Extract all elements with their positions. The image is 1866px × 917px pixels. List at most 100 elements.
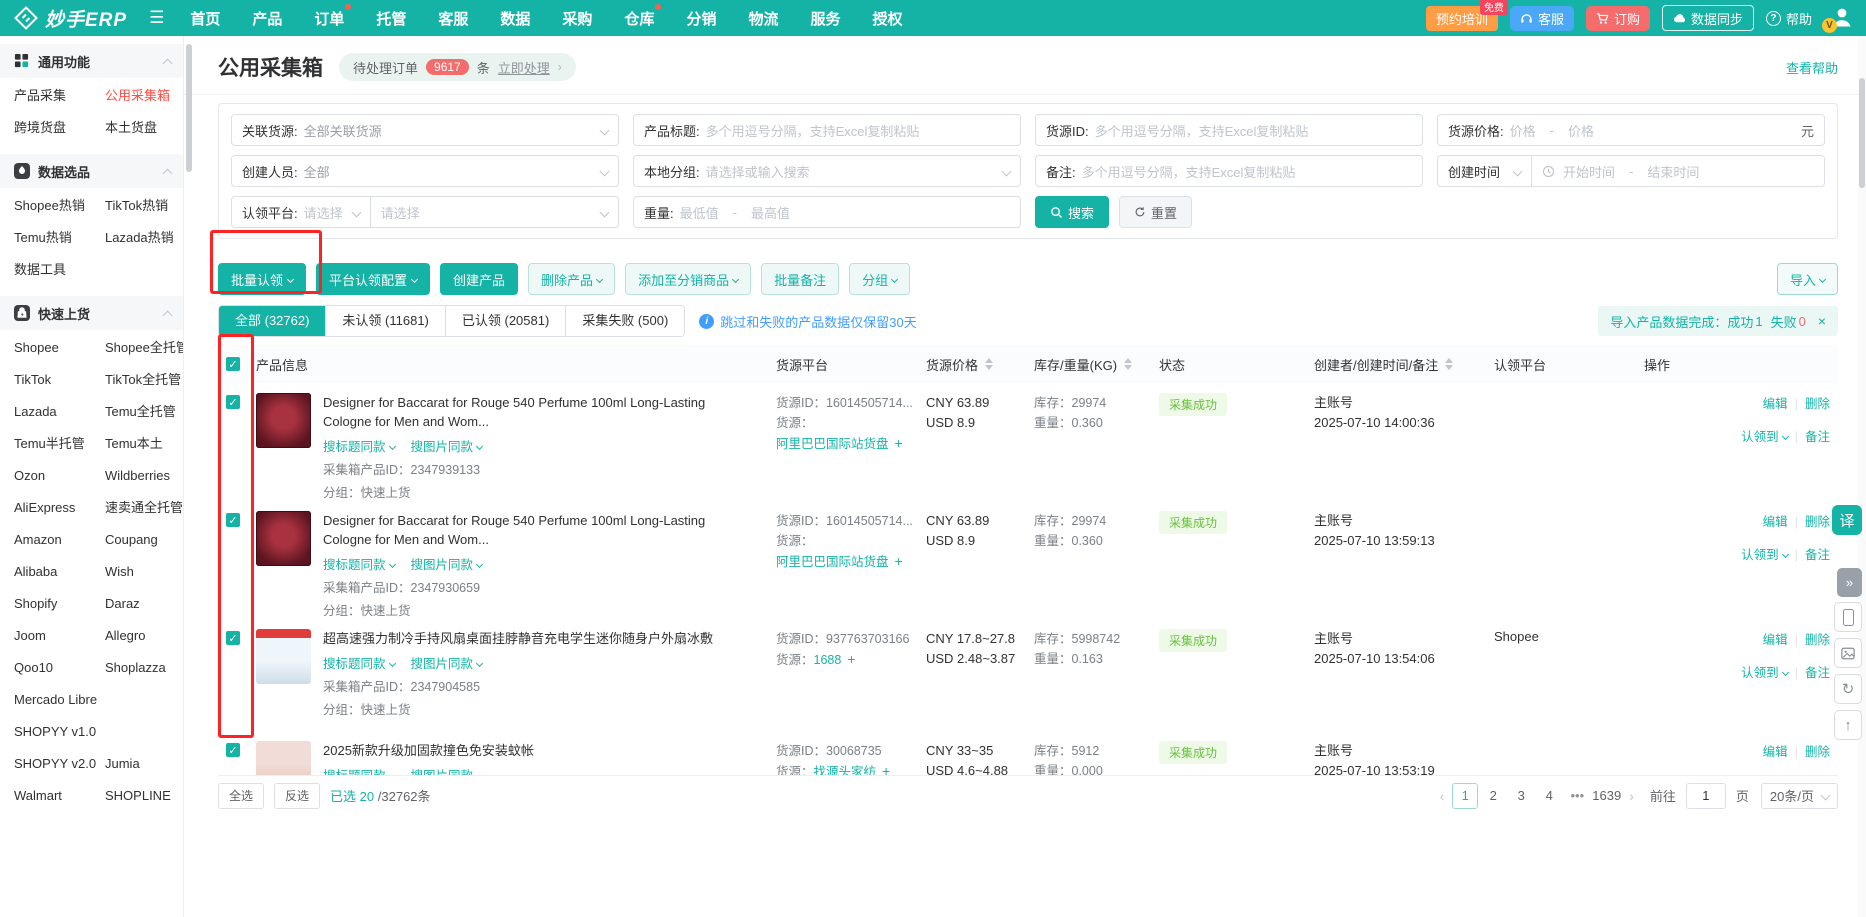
sidebar-section-通用功能[interactable]: 通用功能 bbox=[0, 44, 183, 78]
page-scrollbar-thumb[interactable] bbox=[1859, 78, 1865, 188]
sidebar-item-Amazon[interactable]: Amazon bbox=[14, 524, 105, 556]
delete-link[interactable]: 删除 bbox=[1805, 397, 1830, 411]
delete-link[interactable]: 删除 bbox=[1805, 745, 1830, 759]
prev-page-button[interactable]: ‹ bbox=[1436, 788, 1449, 804]
refresh-button[interactable]: ↻ bbox=[1834, 674, 1862, 704]
sidebar-item-Mercado Libre[interactable]: Mercado Libre bbox=[14, 684, 105, 716]
search-same-image-link[interactable]: 搜图片同款 bbox=[411, 653, 483, 672]
tab-未认领 (11681)[interactable]: 未认领 (11681) bbox=[326, 306, 445, 336]
sidebar-scrollbar[interactable] bbox=[186, 44, 192, 172]
remark-link[interactable]: 备注 bbox=[1805, 666, 1830, 680]
nav-item-产品[interactable]: 产品 bbox=[252, 8, 282, 29]
claim-to-link[interactable]: 认领到 bbox=[1741, 430, 1788, 444]
source-link[interactable]: 1688 bbox=[814, 653, 842, 667]
nav-item-物流[interactable]: 物流 bbox=[748, 8, 778, 29]
tab-采集失败 (500)[interactable]: 采集失败 (500) bbox=[566, 306, 684, 336]
sidebar-section-数据选品[interactable]: 数据选品 bbox=[0, 154, 183, 188]
sidebar-item-Wildberries[interactable]: Wildberries bbox=[105, 460, 183, 492]
invert-selection-button[interactable]: 反选 bbox=[274, 783, 320, 809]
search-same-title-link[interactable]: 搜标题同款 bbox=[323, 653, 395, 672]
edit-link[interactable]: 编辑 bbox=[1763, 397, 1788, 411]
search-same-image-link[interactable]: 搜图片同款 bbox=[411, 436, 483, 455]
source-link[interactable]: 阿里巴巴国际站货盘 bbox=[776, 555, 889, 569]
image-tool-button[interactable] bbox=[1834, 638, 1862, 668]
filter-related-source[interactable]: 关联货源: 全部关联货源 bbox=[231, 114, 619, 146]
user-avatar[interactable]: V bbox=[1824, 5, 1854, 31]
toolbar-button-添加至分销商品[interactable]: 添加至分销商品 bbox=[625, 263, 751, 295]
sidebar-item-Temu热销[interactable]: Temu热销 bbox=[14, 222, 105, 254]
edit-link[interactable]: 编辑 bbox=[1763, 633, 1788, 647]
search-button[interactable]: 搜索 bbox=[1035, 196, 1109, 228]
row-checkbox[interactable]: ✓ bbox=[226, 631, 240, 645]
next-page-button[interactable]: › bbox=[1625, 788, 1638, 804]
search-same-image-link[interactable]: 搜图片同款 bbox=[411, 765, 483, 775]
page-button-4[interactable]: 4 bbox=[1536, 783, 1562, 809]
add-source-icon[interactable]: + bbox=[895, 553, 903, 569]
sidebar-item-Shopee全托管[interactable]: Shopee全托管 bbox=[105, 332, 183, 364]
sidebar-item-Daraz[interactable]: Daraz bbox=[105, 588, 183, 620]
sidebar-item-产品采集[interactable]: 产品采集 bbox=[14, 80, 105, 112]
add-source-icon[interactable]: + bbox=[847, 651, 855, 667]
sidebar-item-Shopee热销[interactable]: Shopee热销 bbox=[14, 190, 105, 222]
search-same-image-link[interactable]: 搜图片同款 bbox=[411, 554, 483, 573]
app-logo[interactable]: 妙手ERP bbox=[14, 5, 127, 32]
sort-icon[interactable] bbox=[1445, 358, 1453, 370]
claim-to-link[interactable]: 认领到 bbox=[1741, 666, 1788, 680]
sidebar-item-Lazada热销[interactable]: Lazada热销 bbox=[105, 222, 183, 254]
import-button[interactable]: 导入 bbox=[1777, 263, 1838, 295]
sidebar-item-速卖通全托管[interactable]: 速卖通全托管 bbox=[105, 492, 183, 524]
sidebar-item-SHOPYY v1.0[interactable]: SHOPYY v1.0 bbox=[14, 716, 105, 748]
sidebar-item-SHOPYY v2.0[interactable]: SHOPYY v2.0 bbox=[14, 748, 105, 780]
add-source-icon[interactable]: + bbox=[882, 763, 890, 775]
nav-item-托管[interactable]: 托管 bbox=[376, 8, 406, 29]
nav-item-服务[interactable]: 服务 bbox=[810, 8, 840, 29]
help-button[interactable]: ? 帮助 bbox=[1766, 9, 1812, 28]
tab-全部 (32762)[interactable]: 全部 (32762) bbox=[219, 306, 326, 336]
filter-weight[interactable]: 重量: 最低值 - 最高值 bbox=[633, 196, 1021, 228]
sidebar-item-Temu本土[interactable]: Temu本土 bbox=[105, 428, 183, 460]
translate-button[interactable]: 译 bbox=[1832, 505, 1862, 535]
toolbar-button-平台认领配置[interactable]: 平台认领配置 bbox=[316, 263, 430, 295]
page-button-1639[interactable]: 1639 bbox=[1592, 783, 1621, 809]
sidebar-item-TikTok热销[interactable]: TikTok热销 bbox=[105, 190, 183, 222]
filter-source-id[interactable]: 货源ID: 多个用逗号分隔，支持Excel复制粘贴 bbox=[1035, 114, 1423, 146]
sidebar-item-Shopee[interactable]: Shopee bbox=[14, 332, 105, 364]
delete-link[interactable]: 删除 bbox=[1805, 515, 1830, 529]
sort-icon[interactable] bbox=[985, 358, 993, 370]
page-button-2[interactable]: 2 bbox=[1480, 783, 1506, 809]
time-type-select[interactable]: 创建时间 bbox=[1438, 156, 1531, 186]
sidebar-item-Lazada[interactable]: Lazada bbox=[14, 396, 105, 428]
view-help-link[interactable]: 查看帮助 bbox=[1786, 58, 1838, 77]
nav-item-订单[interactable]: 订单 bbox=[314, 8, 344, 29]
source-link[interactable]: 找源头家纺 bbox=[814, 765, 877, 775]
row-checkbox[interactable]: ✓ bbox=[226, 395, 240, 409]
nav-item-授权[interactable]: 授权 bbox=[873, 8, 903, 29]
sidebar-item-AliExpress[interactable]: AliExpress bbox=[14, 492, 105, 524]
claim-platform-sub-select[interactable]: 请选择 bbox=[371, 197, 618, 227]
filter-product-title[interactable]: 产品标题: 多个用逗号分隔，支持Excel复制粘贴 bbox=[633, 114, 1021, 146]
sidebar-item-SHOPLINE[interactable]: SHOPLINE bbox=[105, 780, 183, 812]
sidebar-item-Coupang[interactable]: Coupang bbox=[105, 524, 183, 556]
sidebar-item-TikTok[interactable]: TikTok bbox=[14, 364, 105, 396]
sidebar-item-Wish[interactable]: Wish bbox=[105, 556, 183, 588]
page-scrollbar[interactable] bbox=[1858, 36, 1866, 917]
select-all-checkbox[interactable]: ✓ bbox=[226, 357, 240, 371]
filter-local-group[interactable]: 本地分组: 请选择或输入搜索 bbox=[633, 155, 1021, 187]
sort-icon[interactable] bbox=[1124, 358, 1132, 370]
close-icon[interactable]: × bbox=[1818, 313, 1826, 329]
menu-toggle-icon[interactable]: ☰ bbox=[149, 8, 164, 28]
support-button[interactable]: 客服 bbox=[1510, 6, 1574, 31]
sidebar-item-Ozon[interactable]: Ozon bbox=[14, 460, 105, 492]
sidebar-item-公用采集箱[interactable]: 公用采集箱 bbox=[105, 80, 183, 112]
toolbar-button-分组[interactable]: 分组 bbox=[849, 263, 910, 295]
nav-item-仓库[interactable]: 仓库 bbox=[624, 8, 654, 29]
sidebar-item-Qoo10[interactable]: Qoo10 bbox=[14, 652, 105, 684]
remark-link[interactable]: 备注 bbox=[1805, 430, 1830, 444]
toolbar-button-删除产品[interactable]: 删除产品 bbox=[528, 263, 615, 295]
sidebar-item-Shoplazza[interactable]: Shoplazza bbox=[105, 652, 183, 684]
process-now-link[interactable]: 立即处理 bbox=[498, 58, 550, 77]
nav-item-首页[interactable]: 首页 bbox=[190, 8, 220, 29]
sidebar-item-Jumia[interactable]: Jumia bbox=[105, 748, 183, 780]
claim-to-link[interactable]: 认领到 bbox=[1741, 548, 1788, 562]
sidebar-item-数据工具[interactable]: 数据工具 bbox=[14, 254, 105, 286]
